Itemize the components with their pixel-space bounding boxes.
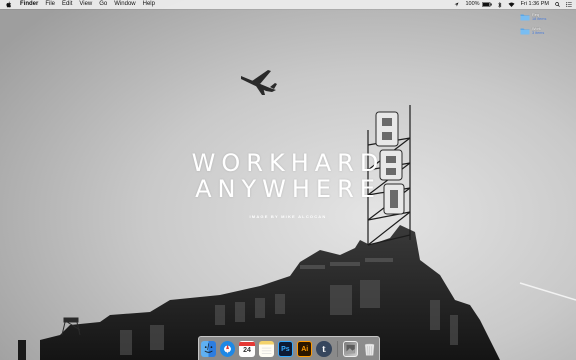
status-area: 100% Fri 1:36 PM [448,0,572,9]
tumblr-icon[interactable]: t [316,341,332,357]
desktop-folder-req[interactable]: Req 18 items [520,13,554,22]
apple-icon[interactable] [6,1,12,8]
photoshop-label: Ps [281,345,290,353]
wallpaper-credit: IMAGE BY MIKE ALCOCAN [249,214,327,219]
clock[interactable]: Fri 1:36 PM [521,0,549,9]
menu-bar: Finder File Edit View Go Window Help 100… [0,0,576,9]
location-arrow-icon[interactable] [454,2,459,7]
folder-icon [520,14,530,21]
desktop-folder-work[interactable]: Work 3 items [520,27,554,36]
battery-icon[interactable] [481,2,492,7]
menu-go[interactable]: Go [99,0,107,9]
menu-file[interactable]: File [45,0,55,9]
headline-line-2: ANYWHERE [195,175,381,203]
finder-icon[interactable] [201,341,217,357]
desktop[interactable]: Finder File Edit View Go Window Help 100… [0,0,576,360]
notification-center-icon[interactable] [566,2,572,7]
dock-divider [336,341,338,357]
folder-icon [520,28,530,35]
search-icon[interactable] [555,2,560,7]
illustrator-icon[interactable]: Ai [297,341,313,357]
menu-view[interactable]: View [79,0,92,9]
menu-help[interactable]: Help [143,0,155,9]
folder-detail: 18 items [532,17,547,22]
preview-icon[interactable] [342,341,358,357]
safari-icon[interactable] [220,341,236,357]
folder-detail: 3 items [532,31,545,36]
battery-percent[interactable]: 100% [465,0,479,9]
menu-edit[interactable]: Edit [62,0,72,9]
trash-icon[interactable] [362,341,377,357]
wifi-icon[interactable] [508,2,515,7]
notes-icon[interactable] [258,341,274,357]
calendar-day: 24 [243,347,251,354]
dock: 24 Ps Ai t [198,336,380,360]
menu-window[interactable]: Window [114,0,135,9]
bluetooth-icon[interactable] [497,1,502,8]
headline-line-1: WORKHARD [191,149,385,177]
menu-app-name[interactable]: Finder [20,0,38,9]
illustrator-label: Ai [301,345,309,353]
photoshop-icon[interactable]: Ps [277,341,294,357]
wallpaper-headline: WORKHARD ANYWHERE [180,150,396,202]
calendar-icon[interactable]: 24 [239,341,255,357]
tumblr-label: t [322,344,326,354]
